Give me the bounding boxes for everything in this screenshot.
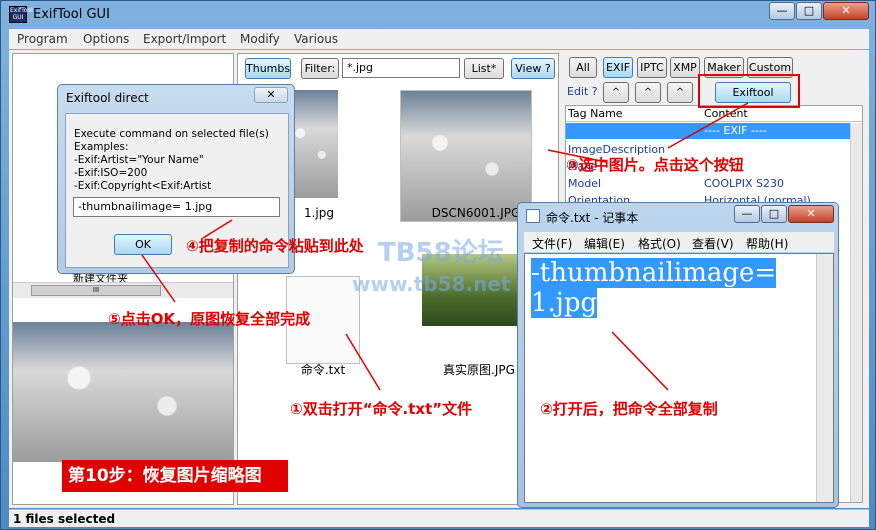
annotation-step-1: ①双击打开“命令.txt”文件 bbox=[290, 400, 473, 418]
annotation-step-2: ②打开后，把命令全部复制 bbox=[540, 400, 718, 418]
annotation-step-5: ⑤点击OK，原图恢复全部完成 bbox=[108, 310, 311, 328]
step-banner: 第10步：恢复图片缩略图 bbox=[62, 460, 288, 492]
annotation-arrows bbox=[141, 102, 749, 391]
annotation-step-4: ④把复制的命令粘贴到此处 bbox=[186, 237, 364, 255]
annotation-step-3: ③选中图片。点击这个按钮 bbox=[566, 156, 744, 174]
